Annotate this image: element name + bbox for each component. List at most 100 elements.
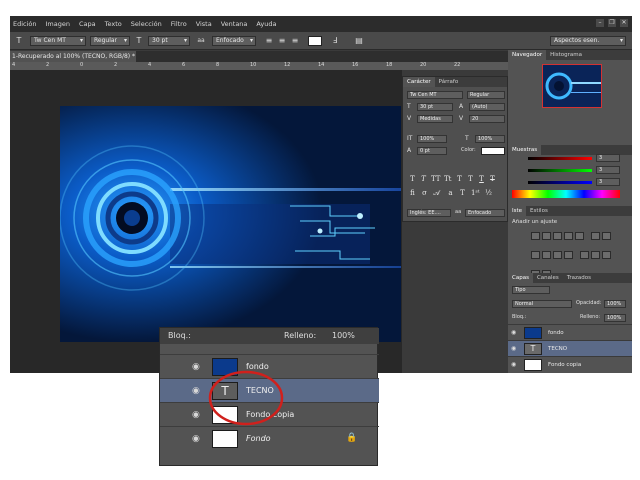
visibility-eye-icon[interactable]: ◉	[192, 434, 200, 444]
navigator-preview[interactable]	[542, 64, 602, 108]
char-tracking-field[interactable]: 20	[469, 115, 505, 123]
blue-slider[interactable]	[528, 181, 592, 184]
bw-icon[interactable]	[531, 251, 540, 259]
document-tab[interactable]: 1-Recuperado al 100% (TECNO, RGB/8) * ×	[10, 51, 136, 71]
hue-icon[interactable]	[591, 232, 601, 240]
fractions-button[interactable]: ½	[485, 189, 492, 197]
align-right-icon[interactable]: ≡	[290, 36, 300, 46]
font-family-select[interactable]: Tw Cen MT	[30, 36, 86, 46]
char-kerning-field[interactable]: Medidas	[417, 115, 453, 123]
superscript-button[interactable]: T	[456, 175, 463, 183]
visibility-eye-icon[interactable]: ◉	[511, 329, 516, 336]
invert-icon[interactable]	[580, 251, 590, 259]
menu-vista[interactable]: Vista	[196, 20, 212, 28]
tab-navegador[interactable]: Navegador	[508, 50, 547, 60]
small-caps-button[interactable]: Tt	[444, 175, 451, 183]
ligature-button[interactable]: fi	[409, 189, 416, 197]
char-leading-field[interactable]: (Auto)	[469, 103, 505, 111]
red-value[interactable]: 3	[596, 154, 620, 162]
tab-parrafo[interactable]: Párrafo	[435, 79, 463, 85]
strikethrough-button[interactable]: T	[489, 175, 496, 183]
tab-ajustes[interactable]: Iste	[508, 206, 527, 216]
restore-icon[interactable]: ❐	[608, 19, 616, 27]
character-panel-icon[interactable]: ▤	[354, 36, 364, 46]
swash-button[interactable]: 𝒜	[433, 189, 440, 197]
menu-edicion[interactable]: Edición	[13, 20, 37, 28]
tab-trazados[interactable]: Trazados	[563, 275, 595, 281]
visibility-eye-icon[interactable]: ◉	[511, 345, 516, 352]
balance-icon[interactable]	[602, 232, 612, 240]
layer-row-selected[interactable]: ◉ T TECNO	[508, 340, 632, 356]
tab-estilos[interactable]: Estilos	[526, 208, 552, 214]
fill-field[interactable]: 100%	[604, 314, 626, 322]
char-color-swatch[interactable]	[481, 147, 505, 155]
underline-button[interactable]: T	[478, 175, 485, 183]
visibility-eye-icon[interactable]: ◉	[192, 410, 200, 420]
layer-row[interactable]: ◉ fondo	[508, 324, 632, 340]
close-icon[interactable]: ✕	[620, 19, 628, 27]
red-slider[interactable]	[528, 157, 592, 160]
layer-filter-select[interactable]: Tipo	[512, 286, 550, 294]
brightness-icon[interactable]	[531, 232, 540, 240]
minimize-icon[interactable]: –	[596, 19, 604, 27]
visibility-eye-icon[interactable]: ◉	[192, 386, 200, 396]
tab-canales[interactable]: Canales	[533, 275, 563, 281]
subscript-button[interactable]: T	[467, 175, 474, 183]
faux-bold-button[interactable]: T	[409, 175, 416, 183]
alternates-button[interactable]: a	[447, 189, 454, 197]
align-left-icon[interactable]: ≡	[264, 36, 274, 46]
warp-text-icon[interactable]: Ⅎ	[330, 36, 340, 46]
green-value[interactable]: 3	[596, 166, 620, 174]
menu-texto[interactable]: Texto	[105, 20, 122, 28]
visibility-eye-icon[interactable]: ◉	[192, 362, 200, 372]
language-select[interactable]: Inglés: EE....	[407, 209, 451, 217]
char-baseline-field[interactable]: 0 pt	[417, 147, 447, 155]
menu-capa[interactable]: Capa	[79, 20, 96, 28]
tab-capas[interactable]: Capas	[508, 273, 533, 283]
document-canvas[interactable]	[60, 106, 401, 342]
workspace-select[interactable]: Aspectos esen.	[550, 36, 626, 46]
curves-icon[interactable]	[553, 232, 562, 240]
type-tool-icon[interactable]: T	[14, 36, 24, 46]
blue-value[interactable]: 3	[596, 178, 620, 186]
exposure-icon[interactable]	[564, 232, 573, 240]
levels-icon[interactable]	[542, 232, 551, 240]
layer-row[interactable]: ◉ Fondo copia	[508, 356, 632, 372]
lookup-icon[interactable]	[564, 251, 573, 259]
char-antialias-select[interactable]: Enfocado	[465, 209, 505, 217]
visibility-eye-icon[interactable]: ◉	[511, 361, 516, 368]
tab-caracter[interactable]: Carácter	[403, 77, 435, 87]
font-style-select[interactable]: Regular	[90, 36, 130, 46]
antialias-select[interactable]: Enfocado	[212, 36, 256, 46]
menu-imagen[interactable]: Imagen	[46, 20, 70, 28]
align-center-icon[interactable]: ≡	[277, 36, 287, 46]
char-style-select[interactable]: Regular	[467, 91, 505, 99]
text-color-swatch[interactable]	[308, 36, 322, 46]
photo-filter-icon[interactable]	[542, 251, 551, 259]
faux-italic-button[interactable]: T	[420, 175, 427, 183]
ot-button[interactable]: σ	[421, 189, 428, 197]
all-caps-button[interactable]: TT	[431, 175, 440, 183]
channel-mixer-icon[interactable]	[553, 251, 562, 259]
tab-muestras[interactable]: Muestras	[508, 145, 542, 155]
layer-name: fondo	[548, 330, 564, 336]
color-spectrum-bar[interactable]	[512, 190, 620, 198]
threshold-icon[interactable]	[602, 251, 612, 259]
green-slider[interactable]	[528, 169, 592, 172]
menu-seleccion[interactable]: Selección	[131, 20, 162, 28]
font-size-select[interactable]: 30 pt	[148, 36, 190, 46]
menu-ventana[interactable]: Ventana	[221, 20, 248, 28]
posterize-icon[interactable]	[591, 251, 601, 259]
titling-button[interactable]: T	[459, 189, 466, 197]
char-size-field[interactable]: 30 pt	[417, 103, 453, 111]
char-hscale-field[interactable]: 100%	[475, 135, 505, 143]
menu-ayuda[interactable]: Ayuda	[256, 20, 276, 28]
vibrance-icon[interactable]	[575, 232, 584, 240]
blend-mode-select[interactable]: Normal	[512, 300, 572, 308]
opacity-field[interactable]: 100%	[604, 300, 626, 308]
char-font-select[interactable]: Tw Cen MT	[407, 91, 463, 99]
tab-histograma[interactable]: Histograma	[546, 52, 586, 58]
char-vscale-field[interactable]: 100%	[417, 135, 447, 143]
ordinals-button[interactable]: 1ˢᵗ	[471, 189, 480, 197]
menu-filtro[interactable]: Filtro	[171, 20, 187, 28]
